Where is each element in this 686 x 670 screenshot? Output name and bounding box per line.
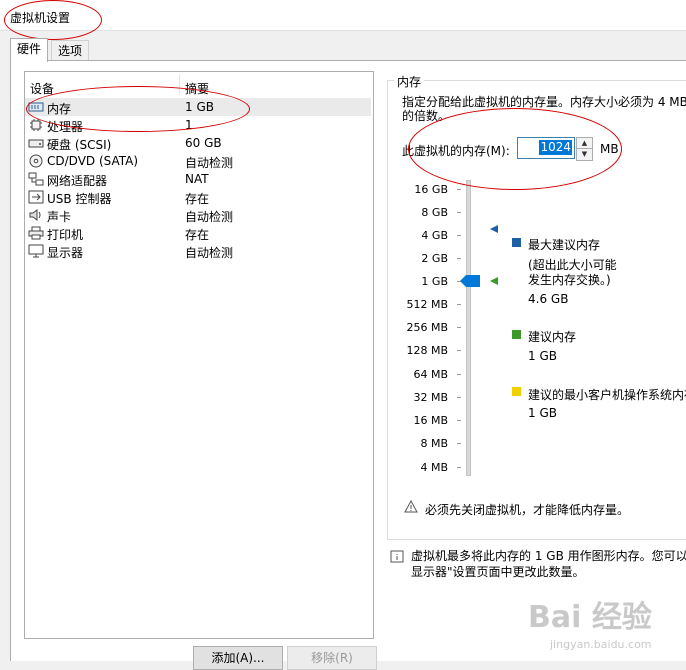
device-name: 网络适配器: [47, 174, 108, 188]
device-name: 声卡: [47, 210, 72, 224]
disk-icon: [28, 139, 44, 148]
network-adapter-icon: [28, 172, 44, 186]
watermark-logo: Bai 经验: [528, 600, 652, 635]
scale-label: 512 MB: [406, 298, 448, 311]
annotation-oval-memory-row: [26, 86, 250, 132]
title-bar: [0, 0, 686, 31]
scale-tick: [457, 374, 461, 375]
max-recommended-value: 4.6 GB: [528, 292, 569, 306]
scale-tick: [457, 258, 461, 259]
scale-tick: [457, 212, 461, 213]
max-recommended-swatch: [512, 238, 521, 247]
printer-icon: [28, 226, 44, 240]
scale-label: 4 GB: [421, 229, 448, 242]
display-icon: [28, 244, 44, 258]
max-recommended-title: 最大建议内存: [528, 238, 601, 252]
device-name: 显示器: [47, 246, 84, 260]
scale-label: 16 MB: [413, 414, 448, 427]
device-row-disk[interactable]: 硬盘 (SCSI) 60 GB: [25, 134, 371, 152]
scale-label: 8 GB: [421, 206, 448, 219]
annotation-oval-title: [4, 0, 102, 40]
warning-text: 必须先关闭虚拟机，才能降低内存量。: [425, 503, 630, 517]
recommended-title: 建议内存: [528, 330, 577, 344]
graphics-memory-note: 虚拟机最多将此内存的 1 GB 用作图形内存。您可以 显示器"设置页面中更改此数…: [411, 549, 686, 579]
recommended-swatch: [512, 330, 521, 339]
scale-tick: [457, 189, 461, 190]
device-row-usb[interactable]: USB 控制器 存在: [25, 188, 371, 206]
max-recommended-note: (超出此大小可能 发生内存交换。): [528, 258, 617, 287]
device-summary: 存在: [185, 192, 210, 206]
device-summary: 自动检测: [185, 210, 234, 224]
scale-label: 16 GB: [414, 183, 448, 196]
sound-icon: [29, 209, 41, 221]
scale-label: 64 MB: [413, 368, 448, 381]
scale-label: 32 MB: [413, 391, 448, 404]
device-row-network-adapter[interactable]: 网络适配器 NAT: [25, 170, 371, 188]
device-name: USB 控制器: [47, 192, 112, 206]
memory-slider-thumb[interactable]: [460, 275, 480, 287]
scale-tick: [457, 327, 461, 328]
tab-options[interactable]: 选项: [51, 40, 90, 61]
device-summary: 自动检测: [185, 246, 234, 260]
scale-tick: [457, 304, 461, 305]
watermark-url: jingyan.baidu.com: [550, 638, 652, 651]
device-row-printer[interactable]: 打印机 存在: [25, 224, 371, 242]
device-summary: NAT: [185, 172, 209, 186]
memory-group-title: 内存: [394, 73, 425, 90]
cd-dvd-icon: [29, 154, 43, 168]
scale-label: 4 MB: [420, 461, 448, 474]
recommended-marker-icon: [490, 277, 498, 285]
max-recommended-marker-icon: [490, 225, 498, 233]
scale-tick: [457, 443, 461, 444]
min-guest-title: 建议的最小客户机操作系统内存: [528, 388, 686, 402]
info-icon: [390, 550, 404, 563]
scale-label: 1 GB: [421, 275, 448, 288]
tab-hardware[interactable]: 硬件: [10, 38, 49, 62]
remove-button[interactable]: 移除(R): [287, 646, 377, 670]
scale-label: 2 GB: [421, 252, 448, 265]
scale-tick: [457, 235, 461, 236]
scale-label: 256 MB: [406, 321, 448, 334]
scale-label: 128 MB: [406, 344, 448, 357]
device-summary: 存在: [185, 228, 210, 242]
device-row-cd-dvd[interactable]: CD/DVD (SATA) 自动检测: [25, 152, 371, 170]
scale-tick: [457, 397, 461, 398]
device-name: CD/DVD (SATA): [47, 154, 139, 168]
usb-icon: [28, 190, 44, 204]
min-guest-swatch: [512, 387, 521, 396]
scale-label: 8 MB: [420, 437, 448, 450]
memory-slider-track[interactable]: [466, 180, 471, 476]
device-name: 打印机: [47, 228, 84, 242]
device-name: 硬盘 (SCSI): [47, 138, 112, 152]
add-button[interactable]: 添加(A)...: [193, 646, 283, 670]
device-row-display[interactable]: 显示器 自动检测: [25, 242, 371, 260]
scale-tick: [457, 350, 461, 351]
annotation-oval-memory-input: [408, 108, 622, 190]
device-row-sound[interactable]: 声卡 自动检测: [25, 206, 371, 224]
warning-icon: [404, 500, 418, 513]
recommended-value: 1 GB: [528, 349, 557, 363]
device-summary: 自动检测: [185, 156, 234, 170]
scale-tick: [457, 420, 461, 421]
scale-tick: [457, 467, 461, 468]
min-guest-value: 1 GB: [528, 406, 557, 420]
device-summary: 60 GB: [185, 136, 222, 150]
